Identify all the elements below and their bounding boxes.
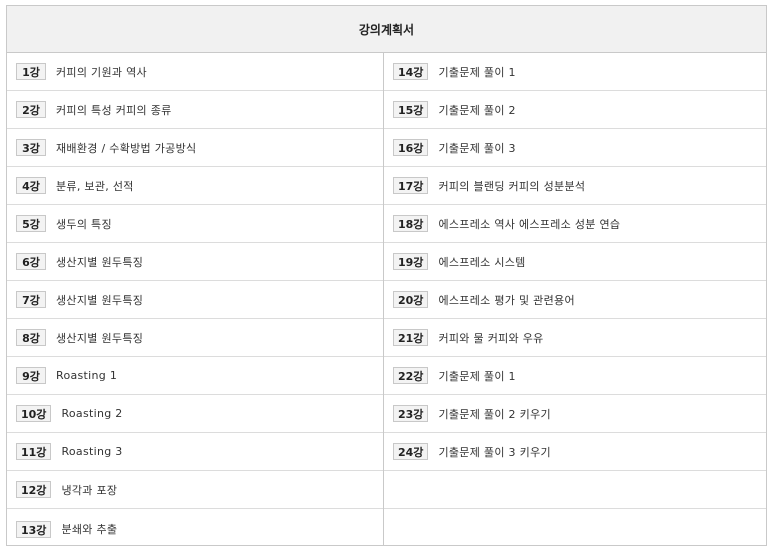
lecture-row: 6강 생산지별 원두특징 <box>7 243 383 281</box>
lecture-title: 생산지별 원두특징 <box>56 255 144 269</box>
lecture-number-badge: 11강 <box>16 443 52 460</box>
lecture-title: 기출문제 풀이 1 <box>438 65 516 79</box>
lecture-title: 분류, 보관, 선적 <box>56 179 134 193</box>
lecture-title: 기출문제 풀이 2 <box>438 103 516 117</box>
lecture-title: 에스프레소 시스템 <box>438 255 526 269</box>
lecture-row: 18강 에스프레소 역사 에스프레소 성분 연습 <box>384 205 766 243</box>
lecture-number-badge: 6강 <box>16 253 46 270</box>
lecture-title: 생두의 특징 <box>56 217 112 231</box>
lecture-number-badge: 19강 <box>393 253 429 270</box>
lecture-row: 4강 분류, 보관, 선적 <box>7 167 383 205</box>
lecture-number-badge: 16강 <box>393 139 429 156</box>
lecture-title: Roasting 3 <box>61 445 123 458</box>
lecture-number-badge: 17강 <box>393 177 429 194</box>
lecture-number-badge: 21강 <box>393 329 429 346</box>
lecture-number-badge: 24강 <box>393 443 429 460</box>
lecture-row: 17강 커피의 블랜딩 커피의 성분분석 <box>384 167 766 205</box>
lecture-number-badge: 7강 <box>16 291 46 308</box>
lecture-number-badge: 12강 <box>16 481 52 498</box>
lecture-title: 재배환경 / 수확방법 가공방식 <box>56 141 197 155</box>
lecture-number-badge: 23강 <box>393 405 429 422</box>
lecture-title: 냉각과 포장 <box>61 483 118 497</box>
lecture-title: 기출문제 풀이 3 키우기 <box>438 445 551 459</box>
lecture-title: 기출문제 풀이 2 키우기 <box>438 407 551 421</box>
lecture-title: 에스프레소 평가 및 관련용어 <box>438 293 575 307</box>
lecture-title: 생산지별 원두특징 <box>56 293 144 307</box>
lecture-title: 에스프레소 역사 에스프레소 성분 연습 <box>438 217 621 231</box>
lecture-number-badge: 4강 <box>16 177 46 194</box>
lecture-number-badge: 5강 <box>16 215 46 232</box>
lecture-number-badge: 13강 <box>16 520 52 538</box>
lecture-row <box>384 471 766 509</box>
lecture-number-badge: 18강 <box>393 215 429 232</box>
lecture-number-badge: 20강 <box>393 291 429 308</box>
lecture-title: 기출문제 풀이 3 <box>438 141 516 155</box>
lecture-title: 커피의 블랜딩 커피의 성분분석 <box>438 179 586 193</box>
lecture-number-badge: 9강 <box>16 367 46 384</box>
lecture-row <box>384 509 766 549</box>
lecture-number-badge: 2강 <box>16 101 46 118</box>
lecture-title: 생산지별 원두특징 <box>56 331 144 345</box>
lecture-number-badge: 14강 <box>393 63 429 80</box>
lecture-row: 19강 에스프레소 시스템 <box>384 243 766 281</box>
lecture-row: 5강 생두의 특징 <box>7 205 383 243</box>
lecture-row: 9강 Roasting 1 <box>7 357 383 395</box>
lecture-row: 12강 냉각과 포장 <box>7 471 383 509</box>
lecture-title: Roasting 2 <box>61 407 123 420</box>
lecture-row: 2강 커피의 특성 커피의 종류 <box>7 91 383 129</box>
lecture-row: 13강 분쇄와 추출 <box>7 509 383 549</box>
lecture-column-left: 1강 커피의 기원과 역사 2강 커피의 특성 커피의 종류 3강 재배환경 / 수확방법… <box>7 53 384 545</box>
lecture-row: 10강 Roasting 2 <box>7 395 383 433</box>
lecture-plan-table: 강의계획서 1강 커피의 기원과 역사 2강 커피의 특성 커피의 종류 3강 재배환경 … <box>6 5 767 546</box>
lecture-row: 11강 Roasting 3 <box>7 433 383 471</box>
lecture-title: 기출문제 풀이 1 <box>438 369 516 383</box>
lecture-row: 21강 커피와 물 커피와 우유 <box>384 319 766 357</box>
lecture-title: Roasting 1 <box>56 369 118 382</box>
lecture-title: 커피와 물 커피와 우유 <box>438 331 544 345</box>
lecture-title: 분쇄와 추출 <box>61 523 118 536</box>
lecture-number-badge: 1강 <box>16 63 46 80</box>
lecture-plan-body: 1강 커피의 기원과 역사 2강 커피의 특성 커피의 종류 3강 재배환경 / 수확방법… <box>7 53 766 545</box>
lecture-row: 20강 에스프레소 평가 및 관련용어 <box>384 281 766 319</box>
lecture-row: 23강 기출문제 풀이 2 키우기 <box>384 395 766 433</box>
lecture-number-badge: 10강 <box>16 405 52 422</box>
lecture-row: 16강 기출문제 풀이 3 <box>384 129 766 167</box>
lecture-row: 22강 기출문제 풀이 1 <box>384 357 766 395</box>
lecture-title: 커피의 기원과 역사 <box>56 65 147 79</box>
lecture-number-badge: 3강 <box>16 139 46 156</box>
lecture-number-badge: 22강 <box>393 367 429 384</box>
lecture-column-right: 14강 기출문제 풀이 1 15강 기출문제 풀이 2 16강 기출문제 풀이 3 17강 커… <box>384 53 766 545</box>
lecture-number-badge: 8강 <box>16 329 46 346</box>
lecture-row: 15강 기출문제 풀이 2 <box>384 91 766 129</box>
lecture-row: 14강 기출문제 풀이 1 <box>384 53 766 91</box>
lecture-row: 24강 기출문제 풀이 3 키우기 <box>384 433 766 471</box>
lecture-title: 커피의 특성 커피의 종류 <box>56 103 172 117</box>
lecture-plan-title: 강의계획서 <box>7 6 766 53</box>
lecture-row: 8강 생산지별 원두특징 <box>7 319 383 357</box>
lecture-row: 3강 재배환경 / 수확방법 가공방식 <box>7 129 383 167</box>
lecture-row: 1강 커피의 기원과 역사 <box>7 53 383 91</box>
lecture-number-badge: 15강 <box>393 101 429 118</box>
lecture-row: 7강 생산지별 원두특징 <box>7 281 383 319</box>
